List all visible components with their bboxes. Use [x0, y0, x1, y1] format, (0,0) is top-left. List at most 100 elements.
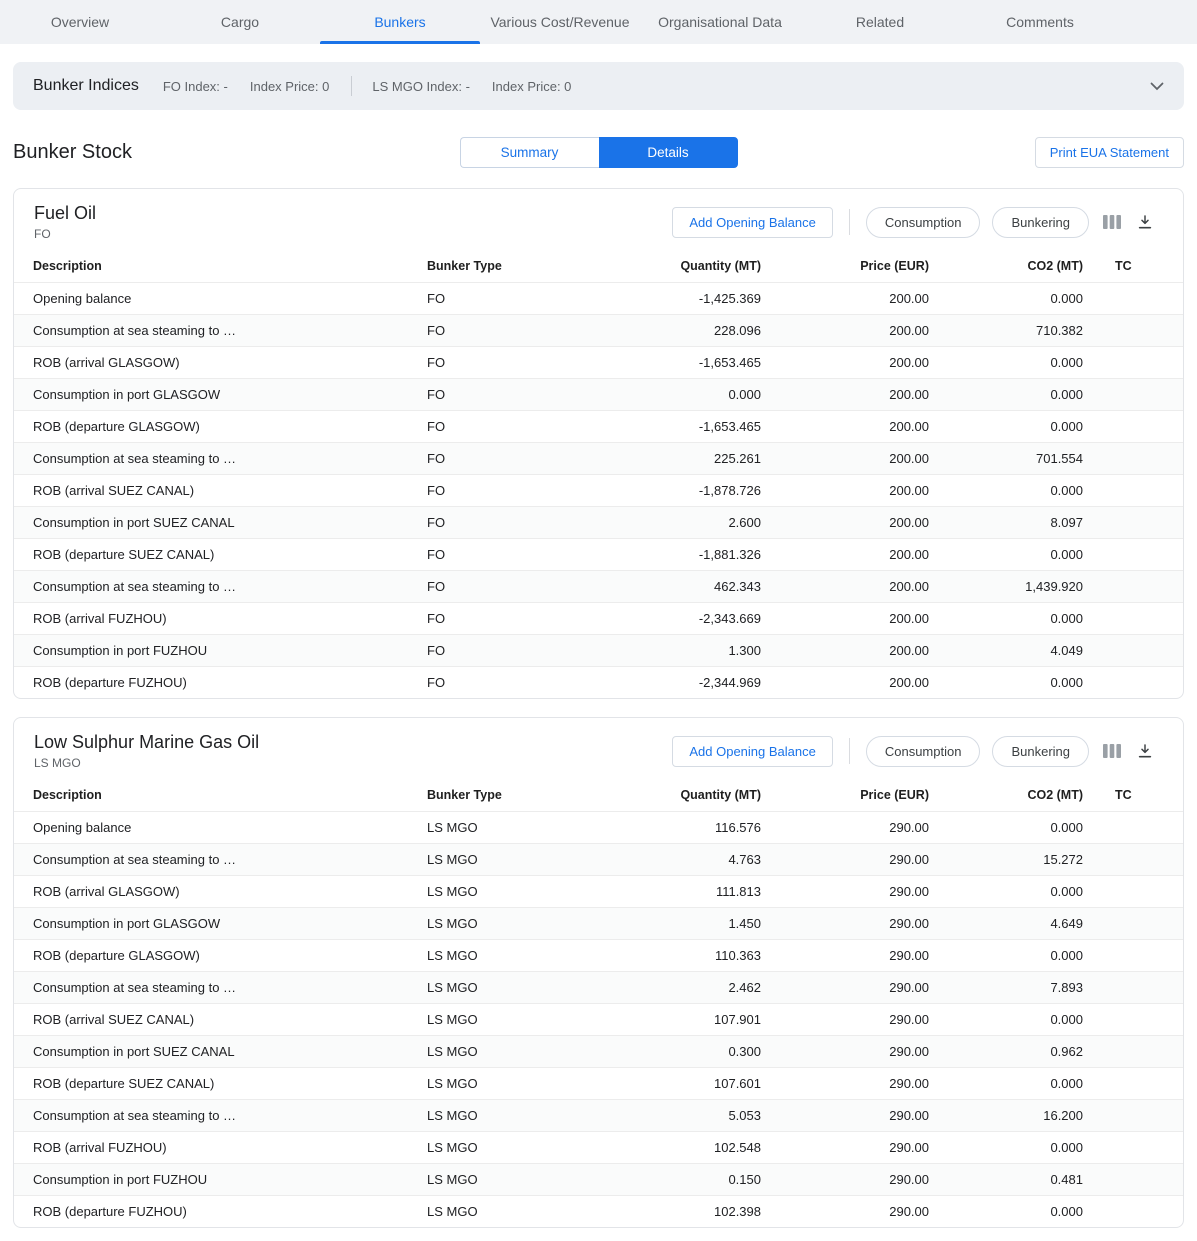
ls-mgo-titles: Low Sulphur Marine Gas Oil LS MGO — [34, 732, 259, 770]
row-quantity: 1.300 — [607, 635, 761, 667]
row-co2: 0.962 — [929, 1036, 1083, 1068]
table-row[interactable]: ROB (departure SUEZ CANAL) LS MGO 107.60… — [14, 1068, 1183, 1100]
table-row[interactable]: ROB (departure FUZHOU) LS MGO 102.398 29… — [14, 1196, 1183, 1228]
table-row[interactable]: Opening balance LS MGO 116.576 290.00 0.… — [14, 812, 1183, 844]
tab-bunkers[interactable]: Bunkers — [320, 0, 480, 44]
row-tc — [1083, 1004, 1183, 1036]
summary-details-toggle: Summary Details — [460, 137, 738, 168]
row-bunker-type: FO — [427, 667, 607, 699]
row-price: 200.00 — [761, 411, 929, 443]
actions-divider — [849, 738, 850, 764]
details-toggle-button[interactable]: Details — [599, 137, 738, 168]
row-price: 290.00 — [761, 844, 929, 876]
table-row[interactable]: Consumption at sea steaming to … FO 228.… — [14, 315, 1183, 347]
download-icon[interactable] — [1135, 212, 1155, 232]
row-tc — [1083, 315, 1183, 347]
row-tc — [1083, 283, 1183, 315]
table-row[interactable]: ROB (arrival GLASGOW) FO -1,653.465 200.… — [14, 347, 1183, 379]
tab-organisational-data[interactable]: Organisational Data — [640, 0, 800, 44]
table-row[interactable]: Consumption in port SUEZ CANAL LS MGO 0.… — [14, 1036, 1183, 1068]
row-tc — [1083, 876, 1183, 908]
row-description: ROB (arrival SUEZ CANAL) — [14, 475, 427, 507]
row-description: ROB (arrival FUZHOU) — [14, 603, 427, 635]
row-description: Opening balance — [14, 812, 427, 844]
row-bunker-type: FO — [427, 315, 607, 347]
tab-overview[interactable]: Overview — [0, 0, 160, 44]
row-co2: 0.000 — [929, 812, 1083, 844]
table-row[interactable]: Consumption in port FUZHOU FO 1.300 200.… — [14, 635, 1183, 667]
row-bunker-type: LS MGO — [427, 1164, 607, 1196]
table-row[interactable]: ROB (departure GLASGOW) FO -1,653.465 20… — [14, 411, 1183, 443]
chevron-down-icon[interactable] — [1150, 82, 1164, 91]
row-tc — [1083, 603, 1183, 635]
table-row[interactable]: ROB (arrival GLASGOW) LS MGO 111.813 290… — [14, 876, 1183, 908]
fo-index-value: FO Index: - — [163, 79, 228, 94]
row-tc — [1083, 539, 1183, 571]
column-settings-icon[interactable] — [1101, 213, 1123, 231]
add-opening-balance-button[interactable]: Add Opening Balance — [672, 207, 832, 238]
table-row[interactable]: ROB (departure SUEZ CANAL) FO -1,881.326… — [14, 539, 1183, 571]
table-row[interactable]: Consumption in port SUEZ CANAL FO 2.600 … — [14, 507, 1183, 539]
download-icon[interactable] — [1135, 741, 1155, 761]
row-co2: 0.000 — [929, 475, 1083, 507]
row-co2: 0.481 — [929, 1164, 1083, 1196]
table-row[interactable]: Consumption at sea steaming to … FO 462.… — [14, 571, 1183, 603]
row-quantity: 1.450 — [607, 908, 761, 940]
row-description: ROB (arrival GLASGOW) — [14, 876, 427, 908]
consumption-button[interactable]: Consumption — [866, 207, 981, 238]
card-subtitle: LS MGO — [34, 756, 259, 770]
col-header-bunker-type: Bunker Type — [427, 776, 607, 812]
bunkering-button[interactable]: Bunkering — [992, 207, 1089, 238]
table-row[interactable]: ROB (arrival FUZHOU) LS MGO 102.548 290.… — [14, 1132, 1183, 1164]
summary-toggle-button[interactable]: Summary — [460, 137, 599, 168]
row-price: 200.00 — [761, 667, 929, 699]
row-quantity: 116.576 — [607, 812, 761, 844]
table-row[interactable]: Consumption in port GLASGOW FO 0.000 200… — [14, 379, 1183, 411]
table-row[interactable]: Consumption at sea steaming to … FO 225.… — [14, 443, 1183, 475]
row-quantity: 225.261 — [607, 443, 761, 475]
row-description: ROB (arrival FUZHOU) — [14, 1132, 427, 1164]
add-opening-balance-button[interactable]: Add Opening Balance — [672, 736, 832, 767]
row-co2: 16.200 — [929, 1100, 1083, 1132]
row-description: ROB (departure GLASGOW) — [14, 411, 427, 443]
table-row[interactable]: ROB (arrival SUEZ CANAL) LS MGO 107.901 … — [14, 1004, 1183, 1036]
row-price: 290.00 — [761, 1036, 929, 1068]
table-row[interactable]: ROB (arrival SUEZ CANAL) FO -1,878.726 2… — [14, 475, 1183, 507]
row-bunker-type: LS MGO — [427, 1100, 607, 1132]
row-description: Consumption in port SUEZ CANAL — [14, 1036, 427, 1068]
tab-cargo[interactable]: Cargo — [160, 0, 320, 44]
card-title: Low Sulphur Marine Gas Oil — [34, 732, 259, 753]
row-co2: 0.000 — [929, 1068, 1083, 1100]
row-description: ROB (arrival GLASGOW) — [14, 347, 427, 379]
fuel-oil-table: Description Bunker Type Quantity (MT) Pr… — [14, 247, 1183, 698]
fo-index-price-value: Index Price: 0 — [250, 79, 330, 94]
tab-related[interactable]: Related — [800, 0, 960, 44]
row-quantity: -2,343.669 — [607, 603, 761, 635]
table-row[interactable]: Consumption at sea steaming to … LS MGO … — [14, 972, 1183, 1004]
print-eua-statement-button[interactable]: Print EUA Statement — [1035, 137, 1184, 168]
table-row[interactable]: ROB (departure FUZHOU) FO -2,344.969 200… — [14, 667, 1183, 699]
column-settings-icon[interactable] — [1101, 742, 1123, 760]
table-row[interactable]: Consumption at sea steaming to … LS MGO … — [14, 1100, 1183, 1132]
table-row[interactable]: Consumption in port FUZHOU LS MGO 0.150 … — [14, 1164, 1183, 1196]
tab-comments[interactable]: Comments — [960, 0, 1120, 44]
table-row[interactable]: ROB (arrival FUZHOU) FO -2,343.669 200.0… — [14, 603, 1183, 635]
bunker-indices-bar[interactable]: Bunker Indices FO Index: - Index Price: … — [13, 62, 1184, 110]
row-description: Consumption at sea steaming to … — [14, 972, 427, 1004]
row-co2: 0.000 — [929, 379, 1083, 411]
table-row[interactable]: Opening balance FO -1,425.369 200.00 0.0… — [14, 283, 1183, 315]
row-quantity: 110.363 — [607, 940, 761, 972]
row-tc — [1083, 1036, 1183, 1068]
table-row[interactable]: ROB (departure GLASGOW) LS MGO 110.363 2… — [14, 940, 1183, 972]
tab-various-cost-revenue[interactable]: Various Cost/Revenue — [480, 0, 640, 44]
row-bunker-type: FO — [427, 635, 607, 667]
row-co2: 0.000 — [929, 1196, 1083, 1228]
table-row[interactable]: Consumption in port GLASGOW LS MGO 1.450… — [14, 908, 1183, 940]
row-description: Consumption in port GLASGOW — [14, 379, 427, 411]
bunkering-button[interactable]: Bunkering — [992, 736, 1089, 767]
consumption-button[interactable]: Consumption — [866, 736, 981, 767]
table-row[interactable]: Consumption at sea steaming to … LS MGO … — [14, 844, 1183, 876]
row-bunker-type: LS MGO — [427, 812, 607, 844]
row-quantity: -1,653.465 — [607, 411, 761, 443]
row-bunker-type: LS MGO — [427, 1036, 607, 1068]
